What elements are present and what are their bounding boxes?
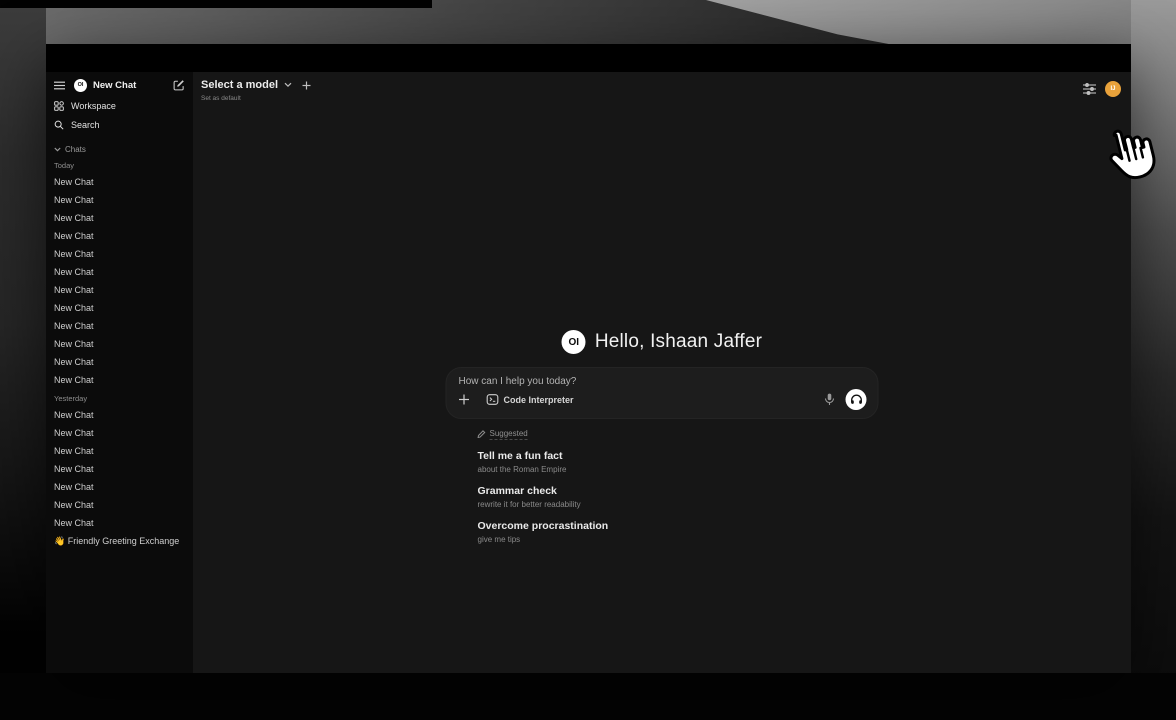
user-avatar[interactable]: IJ <box>1105 81 1121 97</box>
chat-item[interactable]: New Chat <box>54 496 185 514</box>
app-logo-large: OI <box>562 330 586 354</box>
new-chat-edit-icon[interactable] <box>173 79 185 91</box>
main-header: Select a model Set as default <box>193 72 1131 102</box>
sliders-icon[interactable] <box>1083 83 1096 95</box>
chat-item[interactable]: New Chat <box>54 335 185 353</box>
chevron-down-icon[interactable] <box>284 82 292 88</box>
wallpaper-left-band <box>0 0 46 720</box>
chats-section-label: Chats <box>65 145 86 154</box>
main-panel: Select a model Set as default <box>193 72 1131 673</box>
sidebar-item-search[interactable]: Search <box>54 115 185 134</box>
sidebar: OI New Chat Workspace Searc <box>46 72 193 673</box>
workspace-label: Workspace <box>71 101 116 111</box>
suggestion-title: Tell me a fun fact <box>478 450 879 463</box>
suggestion-item[interactable]: Tell me a fun fact about the Roman Empire <box>478 450 879 475</box>
suggestion-item[interactable]: Overcome procrastination give me tips <box>478 520 879 545</box>
chat-item[interactable]: New Chat <box>54 245 185 263</box>
message-composer[interactable]: How can I help you today? Code Interpret… <box>446 367 879 419</box>
search-icon <box>54 120 64 130</box>
greeting-text: Hello, Ishaan Jaffer <box>595 331 762 353</box>
composer-input[interactable]: How can I help you today? <box>459 376 867 387</box>
sidebar-header: OI New Chat <box>54 76 185 94</box>
set-default-link[interactable]: Set as default <box>201 95 311 102</box>
suggestion-list: Tell me a fun fact about the Roman Empire… <box>478 450 879 545</box>
chat-item[interactable]: New Chat <box>54 442 185 460</box>
mic-icon[interactable] <box>825 393 835 406</box>
suggested-section: Suggested Tell me a fun fact about the Ro… <box>446 428 879 545</box>
chat-item[interactable]: New Chat <box>54 353 185 371</box>
app-logo: OI <box>74 79 87 92</box>
chat-item[interactable]: New Chat <box>54 371 185 389</box>
code-interpreter-label: Code Interpreter <box>504 395 574 405</box>
chat-item[interactable]: New Chat <box>54 406 185 424</box>
suggestion-item[interactable]: Grammar check rewrite it for better reada… <box>478 485 879 510</box>
chevron-down-icon <box>54 147 61 152</box>
chat-item-named[interactable]: 👋 Friendly Greeting Exchange <box>54 532 185 550</box>
chat-item[interactable]: New Chat <box>54 191 185 209</box>
wallpaper-bottom-strip <box>0 673 1176 720</box>
home-content: OI Hello, Ishaan Jaffer How can I help y… <box>446 330 879 545</box>
sidebar-item-workspace[interactable]: Workspace <box>54 96 185 115</box>
suggestion-title: Grammar check <box>478 485 879 498</box>
chat-item[interactable]: New Chat <box>54 317 185 335</box>
chat-group-label: Yesterday <box>54 392 185 406</box>
suggestion-subtitle: rewrite it for better readability <box>478 500 879 510</box>
suggested-label: Suggested <box>490 429 528 440</box>
chat-item[interactable]: New Chat <box>54 227 185 245</box>
model-selector-block: Select a model Set as default <box>201 79 311 102</box>
chat-item[interactable]: New Chat <box>54 173 185 191</box>
code-interpreter-toggle[interactable]: Code Interpreter <box>487 394 574 405</box>
search-label: Search <box>71 120 100 130</box>
chat-item[interactable]: New Chat <box>54 460 185 478</box>
chat-item[interactable]: New Chat <box>54 299 185 317</box>
wallpaper-top-strip <box>0 0 432 8</box>
chat-history-list: TodayNew ChatNew ChatNew ChatNew ChatNew… <box>54 159 185 532</box>
suggestion-title: Overcome procrastination <box>478 520 879 533</box>
suggested-icon <box>478 430 486 438</box>
headphones-icon <box>850 394 862 405</box>
chat-item[interactable]: New Chat <box>54 514 185 532</box>
add-model-icon[interactable] <box>302 81 311 90</box>
suggestion-subtitle: about the Roman Empire <box>478 465 879 475</box>
app-window: OI New Chat Workspace Searc <box>46 44 1131 673</box>
chat-group-label: Today <box>54 159 185 173</box>
header-actions: IJ <box>1083 81 1121 97</box>
greeting-row: OI Hello, Ishaan Jaffer <box>446 330 879 354</box>
sidebar-title: New Chat <box>93 80 173 91</box>
chat-item[interactable]: New Chat <box>54 209 185 227</box>
voice-call-button[interactable] <box>846 389 867 410</box>
chat-item[interactable]: New Chat <box>54 281 185 299</box>
workspace-icon <box>54 101 64 111</box>
chat-item[interactable]: New Chat <box>54 424 185 442</box>
model-selector[interactable]: Select a model <box>201 79 278 91</box>
window-titlebar <box>46 44 1131 72</box>
chat-item[interactable]: New Chat <box>54 478 185 496</box>
screen: OI New Chat Workspace Searc <box>0 0 1176 720</box>
attach-plus-icon[interactable] <box>459 394 470 405</box>
chats-section-toggle[interactable]: Chats <box>54 142 185 156</box>
chat-item[interactable]: New Chat <box>54 263 185 281</box>
menu-icon[interactable] <box>54 81 65 90</box>
code-interpreter-icon <box>487 394 499 405</box>
suggestion-subtitle: give me tips <box>478 535 879 545</box>
wallpaper-right-band <box>1131 0 1176 720</box>
